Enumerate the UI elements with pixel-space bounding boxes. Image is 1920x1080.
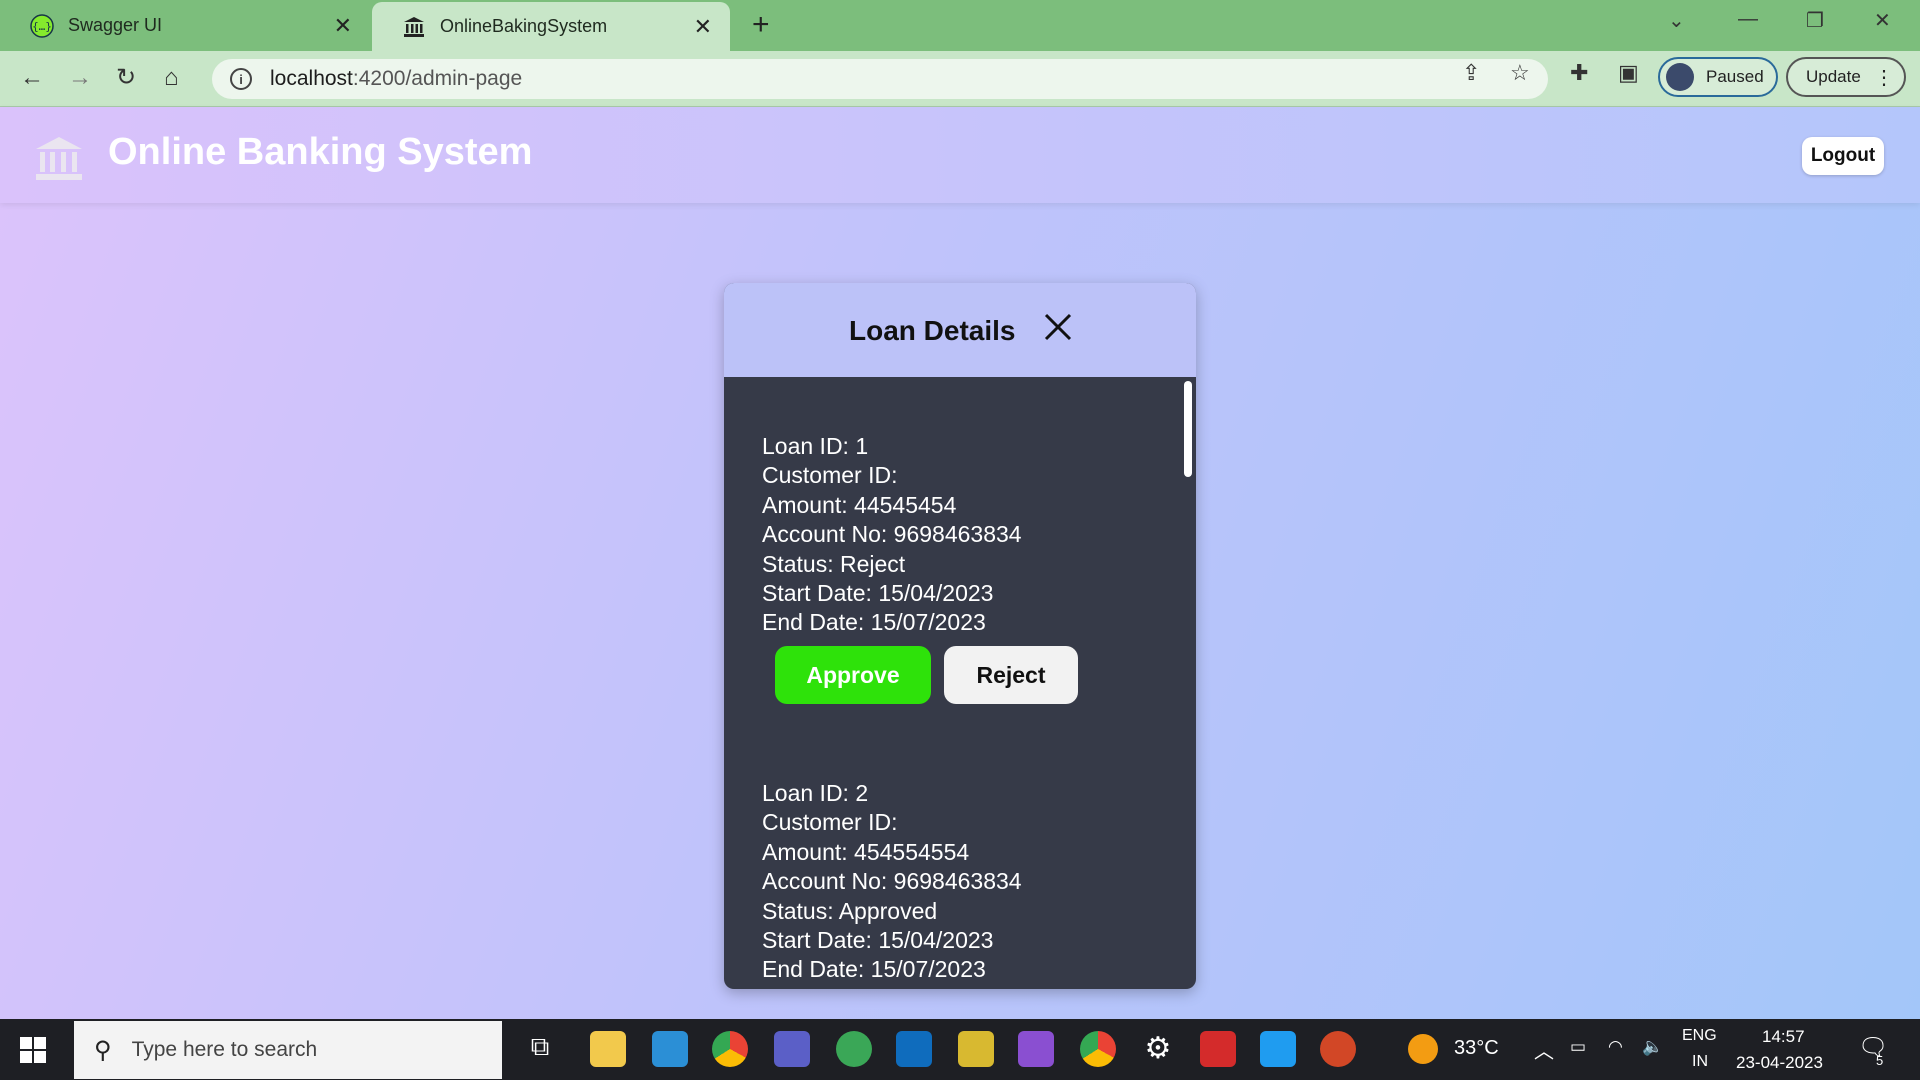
end-date: End Date: 15/07/2023 xyxy=(762,956,986,983)
url-path: :4200/admin-page xyxy=(352,67,523,90)
browser-toolbar: ← → ↻ ⌂ i localhost:4200/admin-page ⇪ ☆ … xyxy=(0,51,1920,107)
account-no: Account No: 9698463834 xyxy=(762,521,1022,548)
customer-id: Customer ID: xyxy=(762,462,898,489)
clock-date[interactable]: 23-04-2023 xyxy=(1736,1053,1823,1073)
restore-icon[interactable]: ❐ xyxy=(1806,8,1824,33)
taskbar-search-input[interactable]: ⚲ Type here to search xyxy=(74,1021,502,1079)
reject-button[interactable]: Reject xyxy=(944,646,1078,704)
visual-studio-icon[interactable] xyxy=(1018,1031,1054,1067)
clock-time[interactable]: 14:57 xyxy=(1762,1027,1805,1047)
loan-id: Loan ID: 1 xyxy=(762,433,869,459)
vscode-icon[interactable] xyxy=(652,1031,688,1067)
search-placeholder: Type here to search xyxy=(131,1038,318,1061)
end-date: End Date: 15/07/2023 xyxy=(762,609,986,636)
status: Status: Reject xyxy=(762,550,906,577)
tab-label: Swagger UI xyxy=(68,15,163,35)
update-label: Update xyxy=(1806,67,1861,86)
profile-status: Paused xyxy=(1706,67,1764,86)
battery-icon[interactable]: ▭ xyxy=(1570,1037,1586,1057)
chrome-profile-icon[interactable] xyxy=(1080,1031,1116,1067)
close-icon[interactable] xyxy=(1042,311,1074,343)
task-view-icon[interactable]: ⧉ xyxy=(522,1031,558,1067)
bank-icon xyxy=(402,15,426,39)
share-icon[interactable]: ⇪ xyxy=(1462,60,1480,86)
taskbar: ⚲ Type here to search ⧉ ⚙ 33°C ︿ ▭ ◠ 🔈 E… xyxy=(0,1019,1920,1080)
notifications-icon[interactable]: 🗨 xyxy=(1858,1033,1888,1062)
loan-list[interactable]: Loan ID: 1 Customer ID: Amount: 44545454… xyxy=(724,377,1196,989)
language-top[interactable]: ENG xyxy=(1682,1027,1717,1045)
notification-count: 5 xyxy=(1876,1053,1884,1068)
app-header: Online Banking System Logout xyxy=(0,107,1920,203)
powerpoint-icon[interactable] xyxy=(1320,1031,1356,1067)
scrollbar[interactable] xyxy=(1184,381,1192,477)
modal-header: Loan Details xyxy=(724,283,1196,377)
settings-gear-icon[interactable]: ⚙ xyxy=(1140,1031,1176,1067)
bank-logo-icon xyxy=(36,137,82,180)
browser-tab-strip: {…} Swagger UI ✕ OnlineBakingSystem ✕ + … xyxy=(0,0,1920,51)
loan-details-modal: Loan Details Loan ID: 1 Customer ID: Amo… xyxy=(724,283,1196,989)
volume-icon[interactable]: 🔈 xyxy=(1642,1037,1663,1057)
logout-button[interactable]: Logout xyxy=(1802,137,1884,175)
language-bottom[interactable]: IN xyxy=(1692,1053,1708,1071)
close-tab-icon[interactable]: ✕ xyxy=(694,14,712,40)
snipping-tool-icon[interactable] xyxy=(958,1031,994,1067)
tab-search-icon[interactable]: ⌄ xyxy=(1668,8,1685,33)
status: Status: Approved xyxy=(762,897,938,924)
weather-icon xyxy=(1408,1034,1438,1064)
start-date: Start Date: 15/04/2023 xyxy=(762,580,994,607)
account-no: Account No: 9698463834 xyxy=(762,868,1022,895)
avatar xyxy=(1666,63,1694,91)
swagger-icon: {…} xyxy=(30,13,54,38)
wifi-icon[interactable]: ◠ xyxy=(1608,1037,1623,1057)
side-panel-icon[interactable]: ▣ xyxy=(1618,60,1639,86)
profile-button[interactable]: Paused xyxy=(1658,57,1778,97)
loan-card: Loan ID: 2 Customer ID: Amount: 45455455… xyxy=(762,779,1022,985)
windows-start-icon[interactable] xyxy=(20,1037,46,1063)
chrome-icon[interactable] xyxy=(712,1031,748,1067)
update-button[interactable]: Update ⋮ xyxy=(1786,57,1906,97)
customer-id: Customer ID: xyxy=(762,809,898,836)
start-date: Start Date: 15/04/2023 xyxy=(762,927,994,954)
home-icon[interactable]: ⌂ xyxy=(164,63,179,93)
teams-icon[interactable] xyxy=(774,1031,810,1067)
vscode-alt-icon[interactable] xyxy=(1260,1031,1296,1067)
address-bar[interactable]: i localhost:4200/admin-page xyxy=(212,59,1548,99)
window-close-icon[interactable]: ✕ xyxy=(1874,8,1891,33)
site-info-icon[interactable]: i xyxy=(230,68,252,90)
forward-icon[interactable]: → xyxy=(68,63,92,93)
outlook-icon[interactable] xyxy=(896,1031,932,1067)
modal-title: Loan Details xyxy=(849,315,1016,346)
reload-icon[interactable]: ↻ xyxy=(116,63,136,93)
page-content: Online Banking System Logout Loan Detail… xyxy=(0,107,1920,1019)
tray-chevron-icon[interactable]: ︿ xyxy=(1534,1035,1554,1064)
amount: Amount: 454554554 xyxy=(762,838,970,865)
acrobat-icon[interactable] xyxy=(1200,1031,1236,1067)
search-icon: ⚲ xyxy=(94,1036,112,1064)
svg-text:{…}: {…} xyxy=(32,20,52,33)
url-host: localhost xyxy=(270,67,353,90)
tab-onlinebakingsystem[interactable]: OnlineBakingSystem ✕ xyxy=(372,2,730,51)
new-tab-button[interactable]: + xyxy=(752,10,770,40)
extensions-icon[interactable]: ✚ xyxy=(1570,60,1588,86)
weather-temp[interactable]: 33°C xyxy=(1454,1037,1499,1060)
approve-button[interactable]: Approve xyxy=(775,646,931,704)
tab-swagger-ui[interactable]: {…} Swagger UI ✕ xyxy=(0,0,370,51)
minimize-icon[interactable]: — xyxy=(1738,8,1758,31)
tab-label: OnlineBakingSystem xyxy=(440,16,608,36)
app-title: Online Banking System xyxy=(108,131,533,173)
back-icon[interactable]: ← xyxy=(20,63,44,93)
loan-card: Loan ID: 1 Customer ID: Amount: 44545454… xyxy=(762,432,1022,638)
menu-kebab-icon[interactable]: ⋮ xyxy=(1874,65,1894,90)
file-explorer-icon[interactable] xyxy=(590,1031,626,1067)
amount: Amount: 44545454 xyxy=(762,491,957,518)
loan-id: Loan ID: 2 xyxy=(762,780,869,806)
globe-app-icon[interactable] xyxy=(836,1031,872,1067)
bookmark-star-icon[interactable]: ☆ xyxy=(1510,60,1530,86)
close-tab-icon[interactable]: ✕ xyxy=(334,13,352,39)
